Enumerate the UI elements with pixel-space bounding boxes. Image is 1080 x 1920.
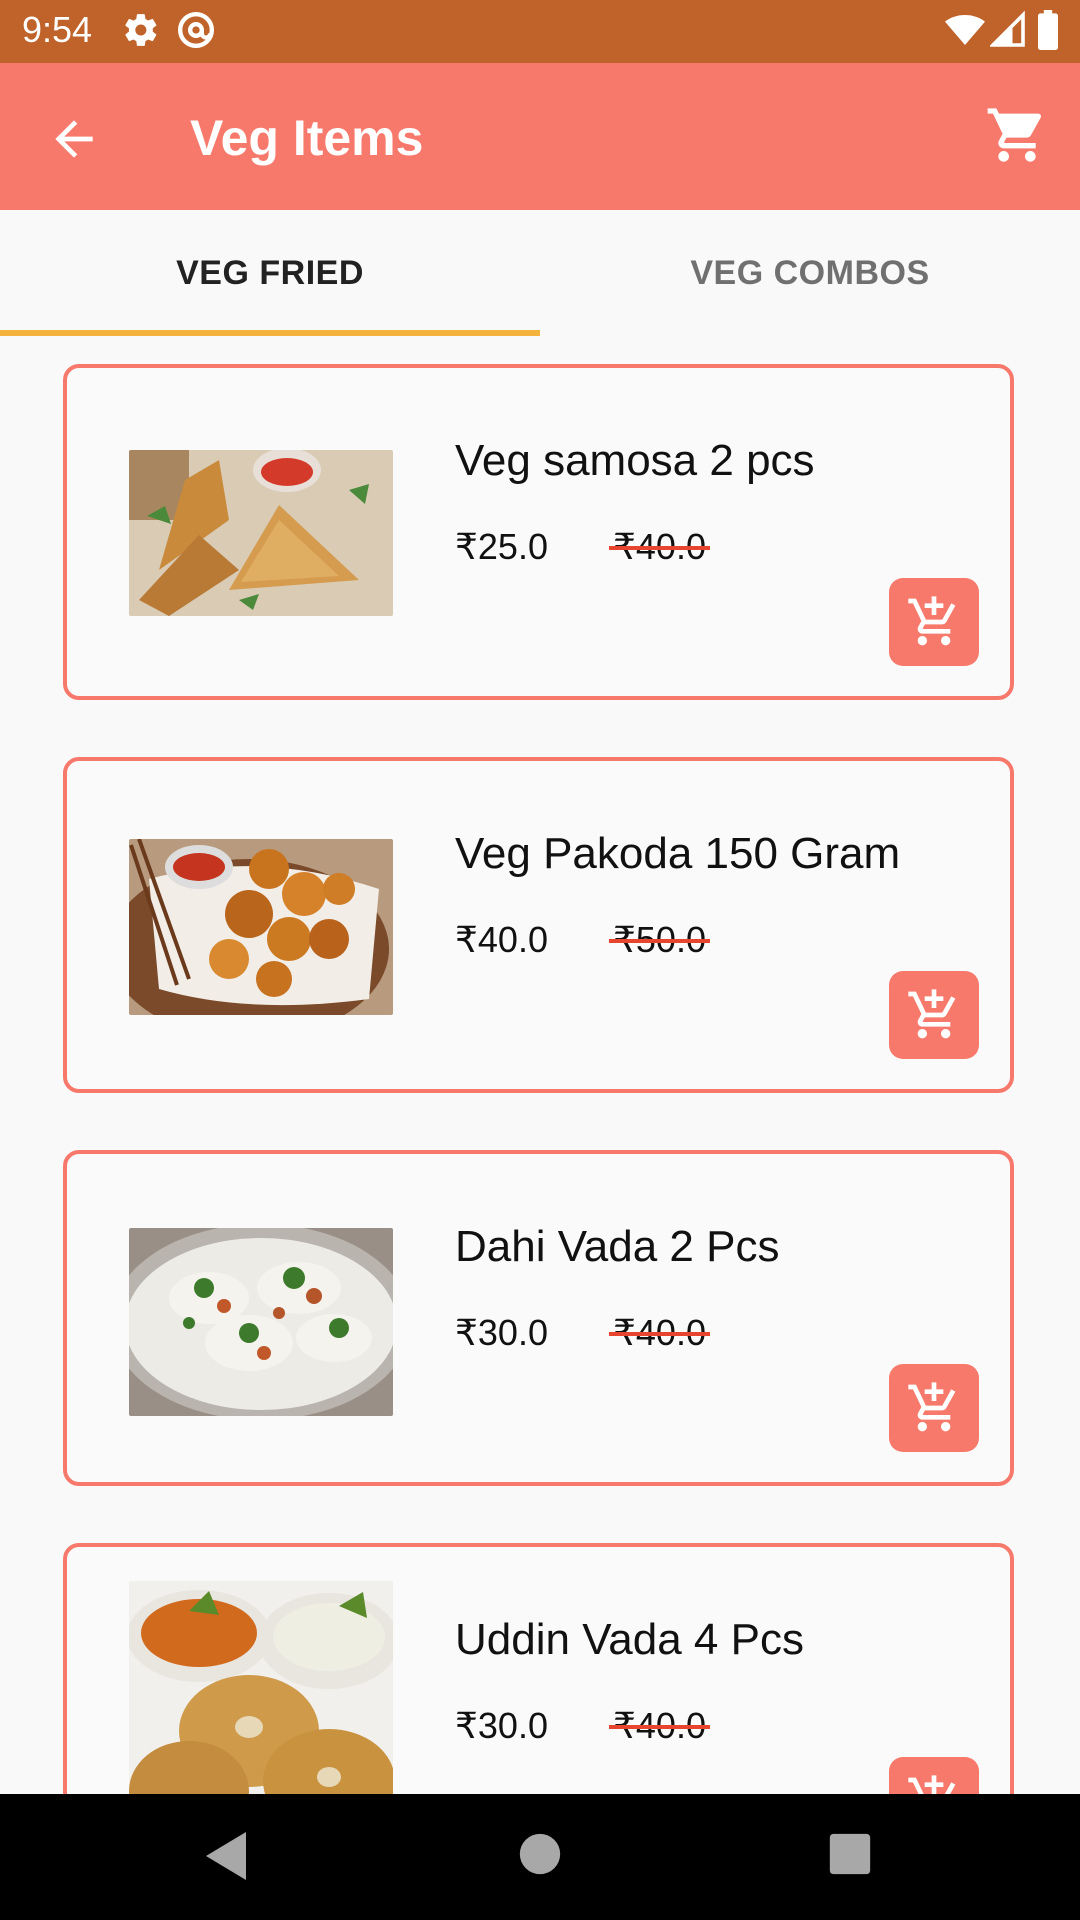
strike-line [609, 546, 710, 550]
recents-square-icon[interactable] [828, 1832, 872, 1876]
add-to-cart-icon [908, 989, 956, 1039]
settings-icon [125, 14, 157, 46]
product-card[interactable]: Veg Pakoda 150 Gram ₹40.0 ₹50.0 [63, 757, 1014, 1093]
uddin-vada-image [129, 1581, 393, 1794]
wifi-icon [945, 15, 985, 45]
status-bar: 9:54 [0, 0, 1080, 63]
product-price: ₹30.0 [455, 1312, 548, 1353]
product-card[interactable]: Dahi Vada 2 Pcs ₹30.0 ₹40.0 [63, 1150, 1014, 1486]
strike-line [609, 939, 710, 943]
app-bar: Veg Items [0, 63, 1080, 210]
product-old-price: ₹50.0 [609, 919, 710, 961]
samosa-image [129, 450, 393, 616]
tab-bar: VEG FRIED VEG COMBOS [0, 210, 1080, 336]
product-name: Veg samosa 2 pcs [455, 436, 815, 485]
product-list[interactable]: Veg samosa 2 pcs ₹25.0 ₹40.0 Veg Pakoda … [0, 336, 1080, 1794]
add-to-cart-icon [908, 1382, 956, 1432]
product-name: Uddin Vada 4 Pcs [455, 1615, 804, 1664]
system-nav-bar [0, 1794, 1080, 1920]
tab-veg-combos[interactable]: VEG COMBOS [540, 210, 1080, 336]
add-to-cart-icon [908, 1775, 956, 1794]
signal-icon [990, 10, 1025, 47]
add-to-cart-button[interactable] [889, 971, 979, 1059]
home-circle-icon[interactable] [518, 1832, 562, 1876]
page-title: Veg Items [190, 110, 424, 166]
product-card[interactable]: Uddin Vada 4 Pcs ₹30.0 ₹40.0 [63, 1543, 1014, 1794]
product-card[interactable]: Veg samosa 2 pcs ₹25.0 ₹40.0 [63, 364, 1014, 700]
product-name: Dahi Vada 2 Pcs [455, 1222, 780, 1271]
product-old-price: ₹40.0 [609, 1312, 710, 1354]
tab-veg-combos-label: VEG COMBOS [690, 253, 930, 292]
strike-line [609, 1332, 710, 1336]
at-sign-icon [178, 12, 214, 48]
product-price: ₹40.0 [455, 919, 548, 960]
product-old-price: ₹40.0 [609, 1705, 710, 1747]
status-time: 9:54 [22, 9, 93, 50]
tab-veg-fried[interactable]: VEG FRIED [0, 210, 540, 336]
add-to-cart-button[interactable] [889, 1364, 979, 1452]
tab-veg-fried-label: VEG FRIED [176, 253, 364, 292]
back-triangle-icon[interactable] [202, 1830, 250, 1882]
product-name: Veg Pakoda 150 Gram [455, 829, 901, 878]
product-price: ₹30.0 [455, 1705, 548, 1746]
add-to-cart-button[interactable] [889, 1757, 979, 1794]
product-price: ₹25.0 [455, 526, 548, 567]
product-old-price: ₹40.0 [609, 526, 710, 568]
arrow-back-icon[interactable] [46, 111, 102, 167]
add-to-cart-button[interactable] [889, 578, 979, 666]
shopping-cart-icon[interactable] [985, 103, 1049, 167]
pakoda-image [129, 839, 393, 1015]
battery-icon [1038, 10, 1058, 50]
dahi-vada-image [129, 1228, 393, 1416]
add-to-cart-icon [908, 596, 956, 646]
strike-line [609, 1725, 710, 1729]
